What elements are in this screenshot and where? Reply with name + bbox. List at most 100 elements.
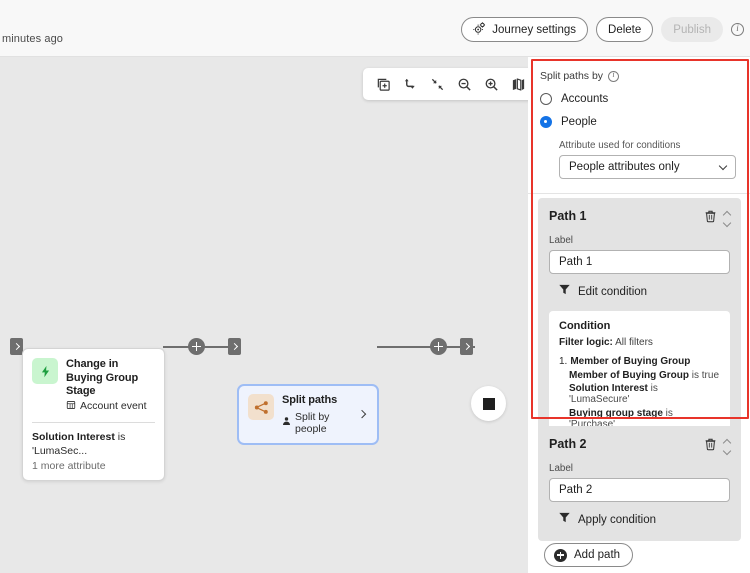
publish-label: Publish xyxy=(673,23,711,36)
chevron-down-icon xyxy=(722,218,732,227)
duplicate-icon[interactable] xyxy=(372,73,394,95)
add-path-button[interactable]: Add path xyxy=(544,543,634,567)
condition-line-field: Buying group stage xyxy=(569,407,663,419)
condition-line: Solution Interest is 'LumaSecure' xyxy=(569,383,720,405)
attribute-select[interactable]: People attributes only xyxy=(559,155,736,179)
condition-line-field: Solution Interest xyxy=(569,383,648,394)
top-bar-actions: Journey settings Delete Publish xyxy=(461,17,744,42)
filter-logic-label: Filter logic: xyxy=(559,337,613,348)
node-attribute-name: Solution Interest xyxy=(32,430,115,443)
condition-items: 1. Member of Buying Group Member of Buyi… xyxy=(559,356,720,430)
publish-button[interactable]: Publish xyxy=(661,17,723,42)
node-attribute: Solution Interest is 'LumaSec... xyxy=(32,430,155,458)
filter-icon xyxy=(558,511,571,529)
radio-accounts-indicator xyxy=(540,93,552,105)
path-2-header: Path 2 xyxy=(549,437,732,456)
add-step-button-2[interactable] xyxy=(430,338,447,355)
journey-settings-label: Journey settings xyxy=(492,23,577,36)
path-1-edit-condition-button[interactable]: Edit condition xyxy=(558,283,730,301)
path-1-edit-condition-label: Edit condition xyxy=(578,286,648,298)
condition-line: Member of Buying Group is true xyxy=(569,370,720,381)
condition-filter-logic: Filter logic: All filters xyxy=(559,337,720,348)
last-modified-text: minutes ago xyxy=(2,33,64,45)
path-2-actions xyxy=(704,437,732,456)
split-node-title: Split paths xyxy=(282,394,338,406)
path-2-apply-condition-button[interactable]: Apply condition xyxy=(558,511,730,529)
radio-accounts-label: Accounts xyxy=(561,93,609,105)
radio-people-indicator xyxy=(540,116,552,128)
condition-item-header: 1. Member of Buying Group xyxy=(559,356,720,367)
node-end[interactable] xyxy=(471,386,506,421)
gear-icon xyxy=(473,21,486,38)
info-icon[interactable] xyxy=(608,70,620,82)
add-step-button-1[interactable] xyxy=(188,338,205,355)
flow-connector-3[interactable] xyxy=(460,338,473,355)
path-1-reorder-stepper[interactable] xyxy=(722,210,732,227)
chevron-down-icon xyxy=(718,161,728,170)
redo-icon[interactable] xyxy=(399,73,421,95)
zoom-in-icon[interactable] xyxy=(480,73,502,95)
split-node-header: Split paths Split by people xyxy=(248,394,368,435)
node-subtitle: Account event xyxy=(66,400,155,413)
chevron-up-icon xyxy=(722,210,732,219)
node-change-in-buying-group-stage[interactable]: Change in Buying Group Stage Account eve… xyxy=(22,348,165,481)
node-split-paths-wrapper: Split paths Split by people xyxy=(237,384,379,445)
delete-button[interactable]: Delete xyxy=(596,17,654,42)
node-split-paths[interactable]: Split paths Split by people xyxy=(237,384,379,445)
radio-option-people[interactable]: People xyxy=(540,116,738,128)
flow-connector-2[interactable] xyxy=(228,338,241,355)
plus-circle-icon xyxy=(554,548,567,562)
radio-option-accounts[interactable]: Accounts xyxy=(540,93,738,105)
radio-people-label: People xyxy=(561,116,597,128)
canvas-toolbar xyxy=(363,68,528,100)
split-paths-panel: Split paths by Accounts People Attribute… xyxy=(528,57,750,573)
journey-builder-screen: minutes ago Journey settings Delete Publ… xyxy=(0,0,750,573)
condition-line-value: is true xyxy=(689,369,720,381)
journey-canvas[interactable]: Change in Buying Group Stage Account eve… xyxy=(0,57,528,573)
node-divider xyxy=(32,421,155,423)
path-2-label-input[interactable] xyxy=(549,478,730,502)
path-1-title: Path 1 xyxy=(549,209,587,223)
info-icon[interactable] xyxy=(731,23,744,36)
condition-item-name: Member of Buying Group xyxy=(570,356,691,367)
path-1-label-input[interactable] xyxy=(549,250,730,274)
chevron-down-icon xyxy=(722,446,732,455)
condition-line-field: Member of Buying Group xyxy=(569,369,689,381)
path-2-apply-condition-label: Apply condition xyxy=(578,514,656,526)
path-2-reorder-stepper[interactable] xyxy=(722,438,732,455)
attribute-field-label: Attribute used for conditions xyxy=(559,140,681,151)
journey-settings-button[interactable]: Journey settings xyxy=(461,17,589,42)
trash-icon[interactable] xyxy=(704,209,717,228)
path-card-1: Path 1 Label Path 1 Edit condition Condi… xyxy=(538,198,741,453)
path-1-condition-summary: Condition Filter logic: All filters 1. M… xyxy=(549,311,730,441)
node-more-attributes: 1 more attribute xyxy=(32,459,106,472)
chevron-up-icon xyxy=(722,438,732,447)
node-text-block: Change in Buying Group Stage Account eve… xyxy=(66,358,155,413)
person-icon xyxy=(282,416,291,429)
zoom-out-icon[interactable] xyxy=(453,73,475,95)
node-subtitle-label: Account event xyxy=(80,400,147,412)
path-1-label-caption: Label xyxy=(549,235,573,246)
path-2-title: Path 2 xyxy=(549,437,587,451)
path-card-2: Path 2 Label Path 2 Apply condition xyxy=(538,426,741,541)
node-title: Change in Buying Group Stage xyxy=(66,358,139,397)
share-nodes-icon xyxy=(248,394,274,420)
split-node-subtitle: Split by people xyxy=(282,411,359,435)
split-paths-by-section: Split paths by Accounts People Attribute… xyxy=(528,62,750,194)
path-1-header: Path 1 xyxy=(549,209,732,228)
account-event-icon xyxy=(66,400,76,413)
condition-heading: Condition xyxy=(559,320,611,332)
fit-to-screen-icon[interactable] xyxy=(426,73,448,95)
add-path-label: Add path xyxy=(574,549,621,561)
delete-label: Delete xyxy=(608,23,642,36)
minimap-icon[interactable] xyxy=(507,73,528,95)
trash-icon[interactable] xyxy=(704,437,717,456)
attribute-field-group: Attribute used for conditions People att… xyxy=(559,140,738,179)
node-header: Change in Buying Group Stage Account eve… xyxy=(32,358,155,413)
attribute-select-value: People attributes only xyxy=(569,161,680,173)
lightning-bolt-icon xyxy=(32,358,58,384)
split-paths-by-label-row: Split paths by xyxy=(540,70,738,82)
filter-logic-value: All filters xyxy=(615,337,653,348)
path-1-actions xyxy=(704,209,732,228)
split-node-subtitle-label: Split by people xyxy=(295,410,330,435)
